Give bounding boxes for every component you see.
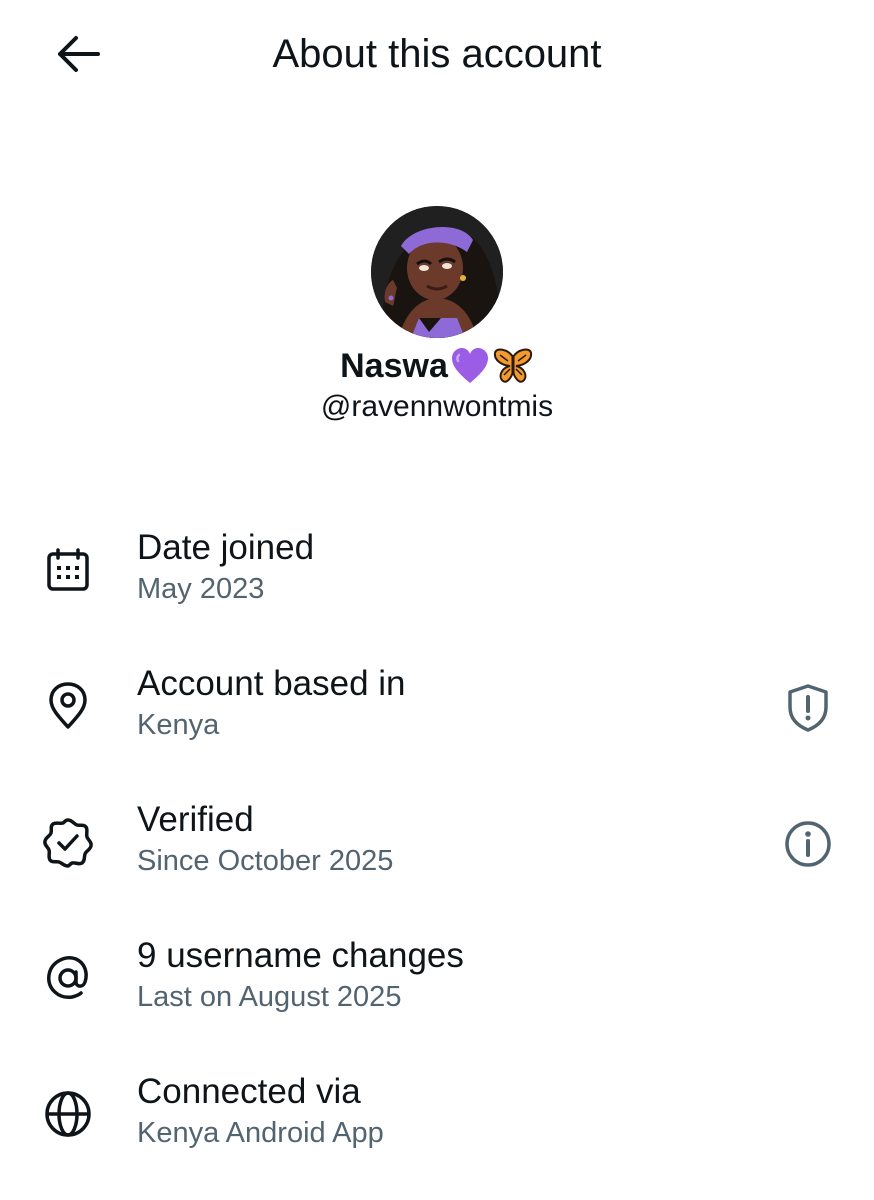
row-value: Last on August 2025 <box>137 981 402 1013</box>
row-value: Kenya <box>137 709 220 741</box>
account-details-list: Date joined May 2023 Account based in Ke… <box>0 520 874 1200</box>
row-value: Kenya Android App <box>137 1117 384 1149</box>
info-icon <box>785 821 831 867</box>
shield-alert-icon <box>788 684 828 732</box>
row-value: Since October 2025 <box>137 845 394 877</box>
username-handle: @ravennwontmis <box>320 390 554 423</box>
row-account-based-in: Account based in Kenya <box>0 656 874 792</box>
avatar[interactable] <box>371 206 503 338</box>
row-label: Date joined <box>137 528 315 567</box>
purple-heart-icon <box>451 348 488 383</box>
verified-badge-icon <box>40 814 96 870</box>
row-verified: Verified Since October 2025 <box>0 792 874 928</box>
verified-info-button[interactable] <box>780 816 836 872</box>
at-sign-icon <box>40 950 96 1006</box>
region-info-button[interactable] <box>780 680 836 736</box>
row-label: 9 username changes <box>137 936 464 975</box>
butterfly-icon <box>493 348 532 383</box>
display-name: Naswa <box>0 344 874 388</box>
globe-icon <box>40 1086 96 1142</box>
row-username-changes: 9 username changes Last on August 2025 <box>0 928 874 1064</box>
top-bar: About this account <box>0 0 874 110</box>
display-name-text: Naswa <box>340 347 448 385</box>
page-title: About this account <box>272 32 602 76</box>
calendar-icon <box>40 542 96 598</box>
location-pin-icon <box>40 678 96 734</box>
row-label: Account based in <box>137 664 406 703</box>
row-date-joined: Date joined May 2023 <box>0 520 874 656</box>
row-label: Connected via <box>137 1072 361 1111</box>
row-value: May 2023 <box>137 573 265 605</box>
profile-summary: Naswa @ravennwontmis <box>0 206 874 426</box>
row-label: Verified <box>137 800 254 839</box>
row-connected-via: Connected via Kenya Android App <box>0 1064 874 1200</box>
